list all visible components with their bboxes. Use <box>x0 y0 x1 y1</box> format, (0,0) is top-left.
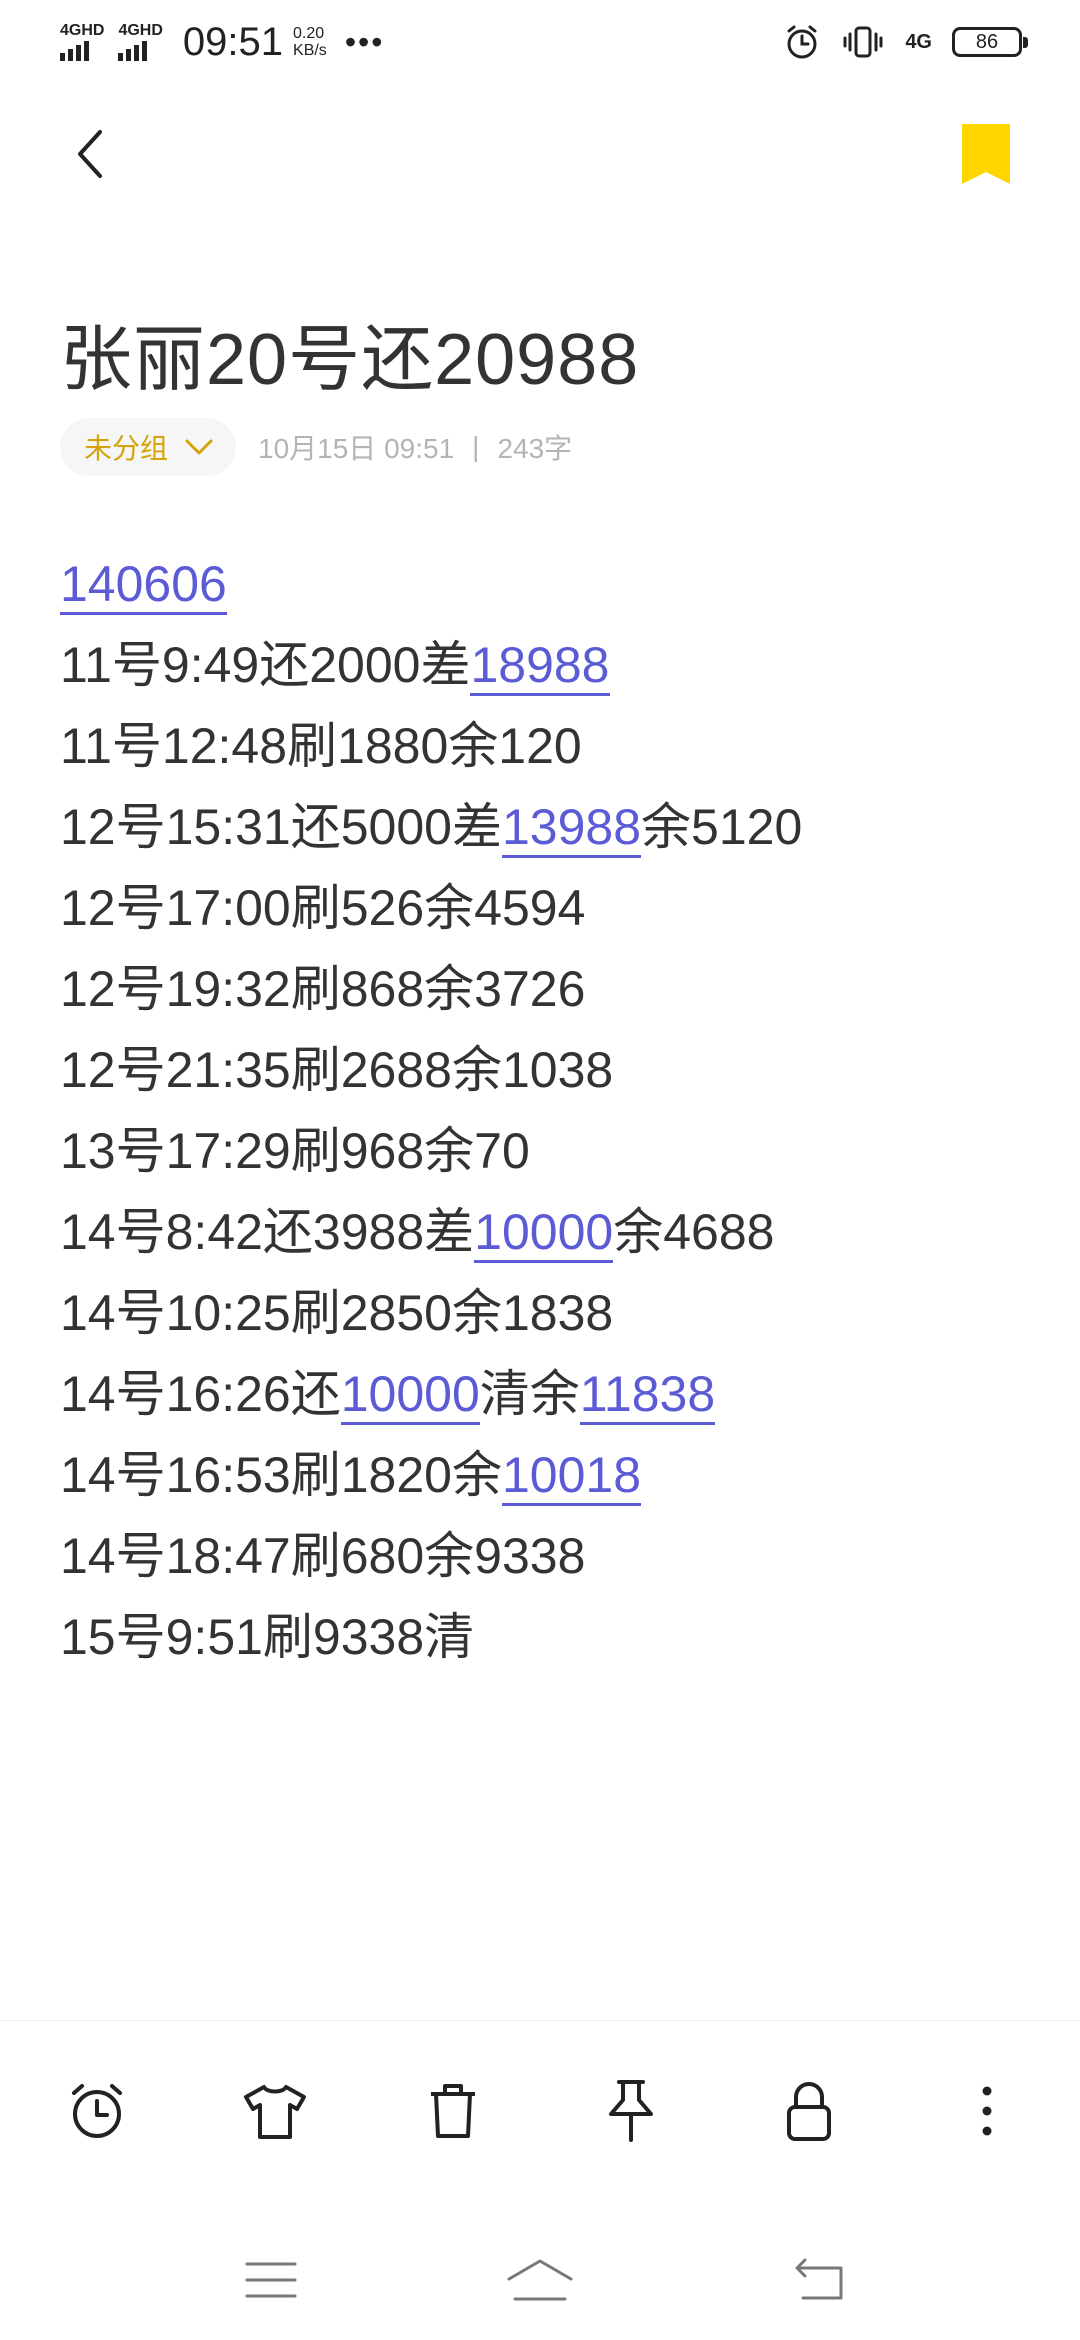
number-link[interactable]: 10018 <box>501 1447 642 1506</box>
note-line: 12号17:00刷526余4594 <box>60 868 1040 949</box>
trash-icon <box>431 2083 475 2138</box>
note-text: 14号16:53刷1820余 <box>60 1447 502 1503</box>
meta-info: 10月15日 09:51 | 243字 <box>258 427 572 467</box>
meta-separator: | <box>472 431 480 462</box>
note-line: 14号10:25刷2850余1838 <box>60 1273 1040 1354</box>
menu-button[interactable] <box>236 2250 306 2310</box>
more-vertical-icon <box>982 2086 992 2135</box>
signal-2-icon: 4GHD <box>118 22 163 61</box>
note-line: 12号19:32刷868余3726 <box>60 949 1040 1030</box>
top-app-bar <box>0 110 1080 200</box>
note-text: 12号17:00刷526余4594 <box>60 880 586 936</box>
number-link[interactable]: 18988 <box>470 637 610 696</box>
number-link[interactable]: 11838 <box>579 1366 716 1425</box>
note-text: 余4688 <box>613 1204 775 1260</box>
back-icon <box>795 2258 843 2300</box>
note-meta: 未分组 10月15日 09:51 | 243字 <box>60 418 572 476</box>
note-text: 15号9:51刷9338清 <box>60 1609 475 1665</box>
back-button[interactable] <box>64 124 124 184</box>
alarm-clock-icon <box>72 2083 122 2138</box>
pin-icon <box>609 2079 653 2142</box>
number-link[interactable]: 10000 <box>340 1366 480 1425</box>
note-line: 14号8:42还3988差10000余4688 <box>60 1192 1040 1273</box>
note-text: 13号17:29刷968余70 <box>60 1123 530 1179</box>
home-button[interactable] <box>505 2250 575 2310</box>
note-line: 14号18:47刷680余9338 <box>60 1516 1040 1597</box>
word-count: 243字 <box>497 433 573 464</box>
signal-2-label: 4GHD <box>118 22 163 39</box>
group-selector[interactable]: 未分组 <box>60 418 237 476</box>
chevron-down-icon <box>185 439 213 455</box>
note-line: 13号17:29刷968余70 <box>60 1111 1040 1192</box>
note-text: 14号18:47刷680余9338 <box>60 1528 586 1584</box>
nav-back-button[interactable] <box>786 2250 856 2310</box>
note-text: 14号8:42还3988差 <box>60 1204 475 1260</box>
more-notifications-icon: ••• <box>344 24 385 60</box>
number-link[interactable]: 13988 <box>501 799 642 858</box>
more-button[interactable] <box>954 2078 1020 2144</box>
note-line: 14号16:26还10000清余11838 <box>60 1354 1040 1435</box>
shirt-icon <box>244 2084 306 2139</box>
status-bar: 4GHD 4GHD 09:51 0.20 KB/s ••• 4G 86 <box>0 0 1080 84</box>
reminder-button[interactable] <box>64 2078 130 2144</box>
note-line: 11号9:49还2000差18988 <box>60 625 1040 706</box>
note-line: 15号9:51刷9338清 <box>60 1597 1040 1678</box>
signal-1-label: 4GHD <box>60 22 105 39</box>
system-nav-bar <box>0 2230 1080 2340</box>
note-body[interactable]: 140606 11号9:49还2000差18988 11号12:48刷1880余12… <box>60 544 1040 1678</box>
number-link[interactable]: 10000 <box>474 1204 614 1263</box>
chevron-left-icon <box>78 130 102 178</box>
net-speed: 0.20 KB/s <box>293 25 327 59</box>
note-text: 余5120 <box>641 799 803 855</box>
pin-button[interactable] <box>598 2078 664 2144</box>
note-date: 10月15日 09:51 <box>258 433 455 464</box>
note-line: 12号15:31还5000差13988余5120 <box>60 787 1040 868</box>
note-text: 11号12:48刷1880余120 <box>60 718 582 774</box>
status-bar-left: 4GHD 4GHD 09:51 0.20 KB/s ••• <box>60 20 384 65</box>
note-line: 140606 <box>60 544 1040 625</box>
status-time: 09:51 <box>182 19 284 64</box>
note-line: 12号21:35刷2688余1038 <box>60 1030 1040 1111</box>
vibrate-icon <box>843 23 883 61</box>
net-speed-value: 0.20 <box>293 25 325 42</box>
menu-icon <box>245 2262 297 2298</box>
note-text: 12号19:32刷868余3726 <box>60 961 586 1017</box>
status-bar-right: 4G 86 <box>761 23 1028 61</box>
bookmark-icon <box>962 124 1010 184</box>
number-link[interactable]: 140606 <box>60 556 227 615</box>
net-speed-unit: KB/s <box>293 42 327 59</box>
network-4g-icon: 4G <box>905 30 932 53</box>
bookmark-button[interactable] <box>960 122 1012 186</box>
note-line: 14号16:53刷1820余10018 <box>60 1435 1040 1516</box>
signal-1-icon: 4GHD <box>60 23 104 61</box>
delete-button[interactable] <box>420 2078 486 2144</box>
skin-button[interactable] <box>242 2078 308 2144</box>
note-text: 12号21:35刷2688余1038 <box>60 1042 614 1098</box>
note-text: 11号9:49还2000差 <box>60 637 471 693</box>
note-title[interactable]: 张丽20号还20988 <box>60 300 639 405</box>
note-text: 14号16:26还 <box>60 1366 341 1422</box>
note-text: 清余 <box>479 1366 580 1422</box>
lock-button[interactable] <box>776 2078 842 2144</box>
bottom-toolbar <box>0 2020 1080 2200</box>
note-text: 12号15:31还5000差 <box>60 799 502 855</box>
note-text: 14号10:25刷2850余1838 <box>60 1285 614 1341</box>
battery-icon: 86 <box>952 27 1028 57</box>
alarm-icon <box>783 23 821 61</box>
group-label: 未分组 <box>84 433 169 464</box>
lock-icon <box>787 2081 831 2141</box>
battery-level: 86 <box>975 30 999 53</box>
home-icon <box>507 2259 573 2301</box>
note-line: 11号12:48刷1880余120 <box>60 706 1040 787</box>
